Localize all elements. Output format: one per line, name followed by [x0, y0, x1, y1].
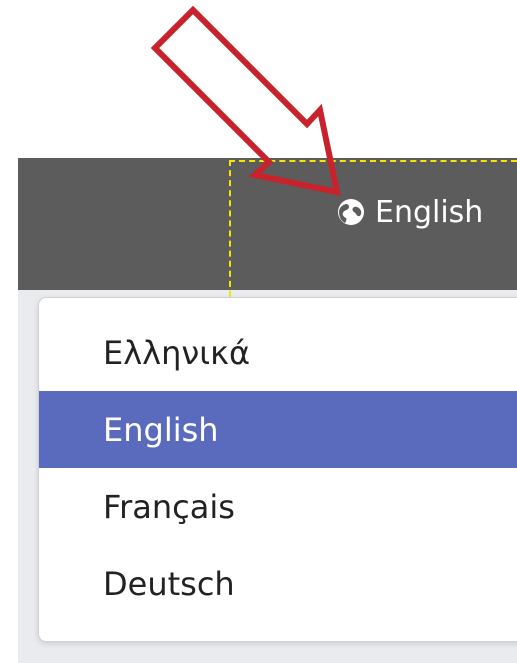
- language-option-german[interactable]: Deutsch: [39, 545, 517, 622]
- language-options-list: Ελληνικά English Français Deutsch: [39, 298, 517, 622]
- language-option-label: Ελληνικά: [103, 333, 251, 372]
- language-selector-button[interactable]: English: [337, 190, 483, 234]
- globe-icon: [338, 199, 364, 225]
- language-option-label: Français: [103, 487, 235, 526]
- language-selector-label: English: [375, 194, 484, 230]
- language-option-english[interactable]: English: [39, 391, 517, 468]
- language-option-label: English: [103, 410, 219, 449]
- language-option-label: Deutsch: [103, 564, 235, 603]
- language-dropdown-menu: Ελληνικά English Français Deutsch: [38, 297, 517, 642]
- language-option-greek[interactable]: Ελληνικά: [39, 314, 517, 391]
- language-option-french[interactable]: Français: [39, 468, 517, 545]
- screenshot-stage: English Ελληνικά English Français Deutsc…: [0, 0, 517, 663]
